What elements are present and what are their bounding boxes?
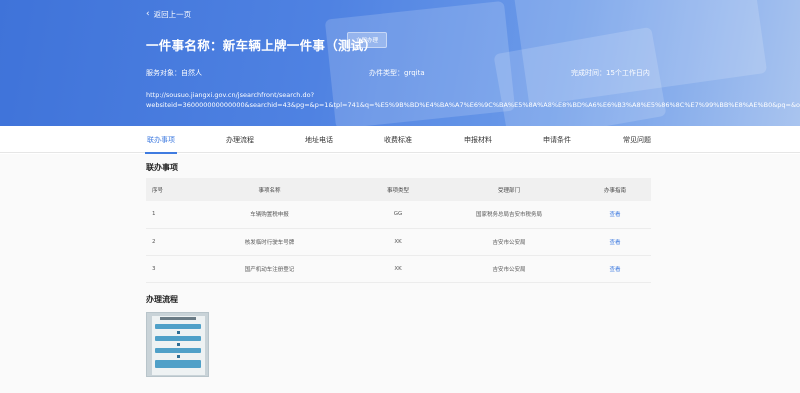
column-header: 受理部门 — [439, 178, 579, 201]
item-type: GG — [357, 201, 439, 229]
handle-type-value: grqita — [404, 69, 425, 77]
header-banner: ‹ 返回上一页 一件事名称：新车辆上牌一件事（测试） 立即办理 服务对象：自然人… — [0, 0, 800, 126]
item-name: 车辆购置税申报 — [182, 201, 357, 229]
flowchart-connector — [177, 355, 180, 358]
handle-type: 办件类型：grqita — [369, 68, 425, 78]
column-header: 办事指南 — [579, 178, 651, 201]
column-header: 序号 — [146, 178, 182, 201]
item-type: XK — [357, 255, 439, 283]
item-dept: 吉安市公安局 — [439, 255, 579, 283]
column-header: 事项类型 — [357, 178, 439, 201]
tab-process[interactable]: 办理流程 — [220, 126, 260, 153]
tab-conditions[interactable]: 申请条件 — [537, 126, 577, 153]
view-guide-link[interactable]: 查看 — [609, 212, 620, 218]
service-object: 服务对象：自然人 — [146, 68, 202, 78]
tab-address-phone[interactable]: 地址电话 — [299, 126, 339, 153]
table-row: 3 国产机动车注册登记 XK 吉安市公安局 查看 — [146, 255, 651, 283]
back-link[interactable]: ‹ 返回上一页 — [146, 9, 191, 20]
apply-online-button[interactable]: 立即办理 — [347, 32, 388, 48]
tab-faq[interactable]: 常见问题 — [617, 126, 657, 153]
row-number: 3 — [146, 255, 182, 283]
tab-bar: 联办事项 办理流程 地址电话 收费标准 申报材料 申请条件 常见问题 — [0, 126, 800, 154]
section-title-joint-items: 联办事项 — [146, 163, 178, 172]
item-dept: 国家税务总局吉安市税务局 — [439, 201, 579, 229]
flowchart-step — [155, 324, 201, 329]
tab-fees[interactable]: 收费标准 — [378, 126, 418, 153]
row-number: 1 — [146, 201, 182, 229]
page-title: 一件事名称：新车辆上牌一件事（测试） — [146, 38, 377, 53]
item-name: 国产机动车注册登记 — [182, 255, 357, 283]
chevron-left-icon: ‹ — [146, 9, 150, 19]
row-number: 2 — [146, 228, 182, 256]
finish-time-value: 15个工作日内 — [606, 69, 650, 77]
table-header-row: 序号 事项名称 事项类型 受理部门 办事指南 — [146, 178, 651, 201]
flowchart-step — [155, 336, 201, 341]
service-object-label: 服务对象： — [146, 69, 181, 77]
handle-type-label: 办件类型： — [369, 69, 404, 77]
tab-materials[interactable]: 申报材料 — [458, 126, 498, 153]
joint-items-table: 序号 事项名称 事项类型 受理部门 办事指南 1 车辆购置税申报 GG 国家税务… — [146, 178, 651, 283]
source-url: http://sousuo.jiangxi.gov.cn/jsearchfron… — [146, 90, 800, 110]
service-object-value: 自然人 — [181, 69, 202, 77]
flowchart-connector — [177, 331, 180, 334]
tab-joint-items[interactable]: 联办事项 — [141, 126, 181, 154]
view-guide-link[interactable]: 查看 — [609, 267, 620, 273]
item-dept: 吉安市公安局 — [439, 228, 579, 256]
item-type: XK — [357, 228, 439, 256]
main-content: 联办事项 序号 事项名称 事项类型 受理部门 办事指南 1 车辆购置税申报 GG… — [0, 154, 800, 393]
table-row: 2 核发临时行驶车号牌 XK 吉安市公安局 查看 — [146, 228, 651, 256]
table-row: 1 车辆购置税申报 GG 国家税务总局吉安市税务局 查看 — [146, 201, 651, 229]
flowchart-step — [155, 360, 201, 368]
source-url-line: http://sousuo.jiangxi.gov.cn/jsearchfron… — [146, 91, 315, 99]
flowchart-connector — [177, 343, 180, 346]
view-guide-link[interactable]: 查看 — [609, 240, 620, 246]
process-flowchart-image[interactable] — [146, 312, 209, 377]
flowchart-step — [155, 348, 201, 353]
back-label: 返回上一页 — [153, 10, 192, 19]
finish-time: 完成时间：15个工作日内 — [571, 68, 650, 78]
source-url-line: websiteid=360000000000000&searchid=43&pg… — [146, 101, 800, 109]
finish-time-label: 完成时间： — [571, 69, 606, 77]
flowchart-header — [160, 317, 196, 320]
section-title-process: 办理流程 — [146, 295, 178, 304]
column-header: 事项名称 — [182, 178, 357, 201]
item-name: 核发临时行驶车号牌 — [182, 228, 357, 256]
